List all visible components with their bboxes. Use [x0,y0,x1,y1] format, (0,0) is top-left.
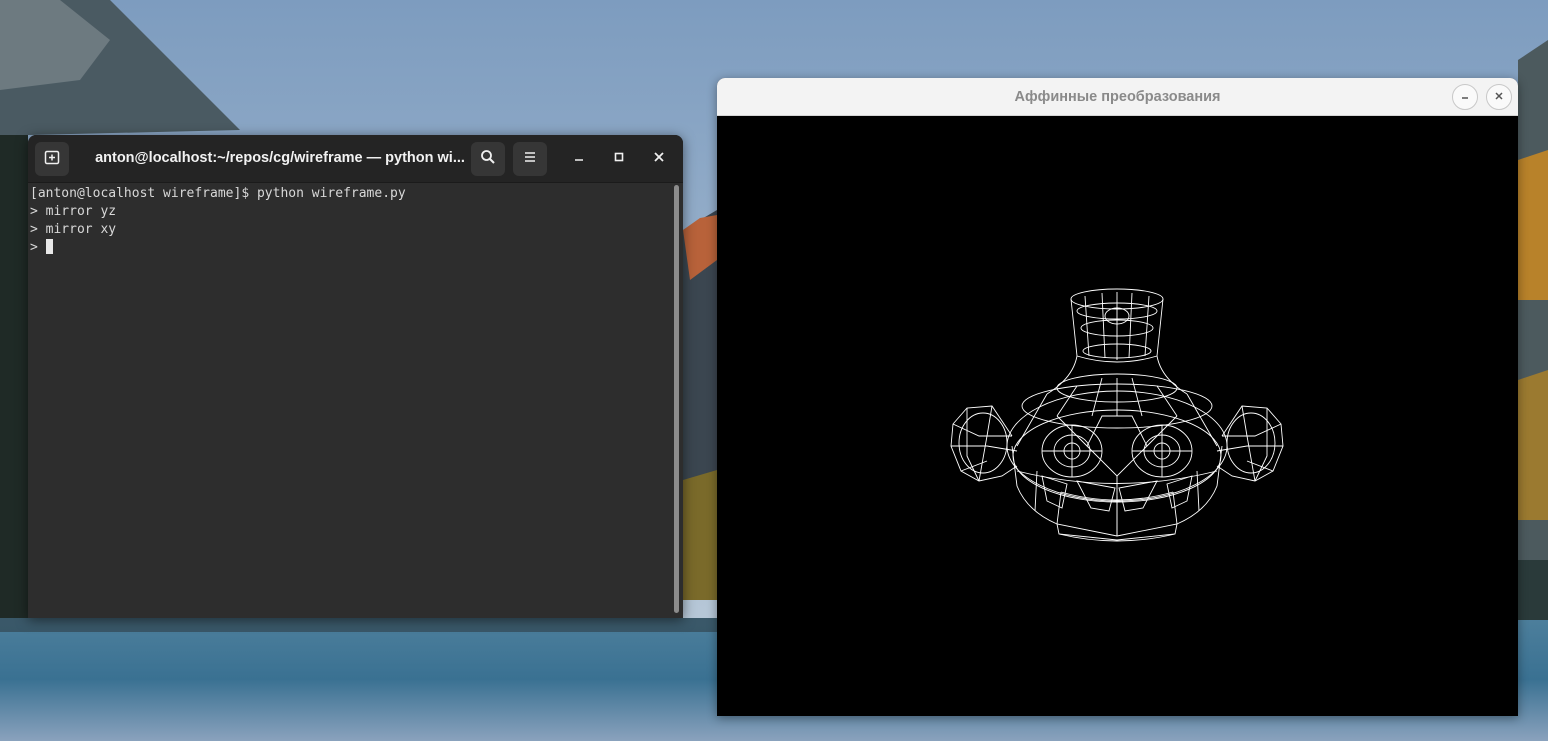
wireframe-model [950,288,1284,542]
graphics-close-button[interactable] [1486,84,1512,110]
terminal-line: > mirror xy [30,222,117,237]
close-icon [653,150,665,168]
minimize-button[interactable] [566,146,592,172]
new-tab-icon [44,149,60,170]
graphics-header-bar[interactable]: Аффинные преобразования [717,78,1518,116]
text-cursor [45,239,53,254]
menu-button[interactable] [513,142,547,176]
graphics-window[interactable]: Аффинные преобразования [717,78,1518,716]
terminal-line: > mirror yz [30,204,117,219]
desktop: anton@localhost:~/repos/cg/wireframe — p… [0,0,1548,741]
terminal-prompt-line[interactable]: > [30,239,673,257]
maximize-button[interactable] [606,146,632,172]
minimize-icon [573,150,585,168]
search-icon [480,149,496,170]
terminal-header-bar[interactable]: anton@localhost:~/repos/cg/wireframe — p… [28,135,683,183]
close-button[interactable] [646,146,672,172]
new-tab-button[interactable] [35,142,69,176]
terminal-window[interactable]: anton@localhost:~/repos/cg/wireframe — p… [28,135,683,618]
prompt-text: > [30,240,46,255]
close-icon [1494,88,1504,106]
search-button[interactable] [471,142,505,176]
maximize-icon [613,150,625,168]
terminal-title: anton@localhost:~/repos/cg/wireframe — p… [95,150,465,166]
hamburger-menu-icon [523,150,537,169]
terminal-scrollbar[interactable] [674,185,679,613]
render-canvas[interactable] [717,116,1518,716]
graphics-minimize-button[interactable] [1452,84,1478,110]
graphics-window-title: Аффинные преобразования [1014,89,1221,105]
minimize-icon [1460,88,1470,106]
terminal-output[interactable]: [anton@localhost wireframe]$ python wire… [28,183,673,618]
terminal-line: [anton@localhost wireframe]$ python wire… [30,186,406,201]
